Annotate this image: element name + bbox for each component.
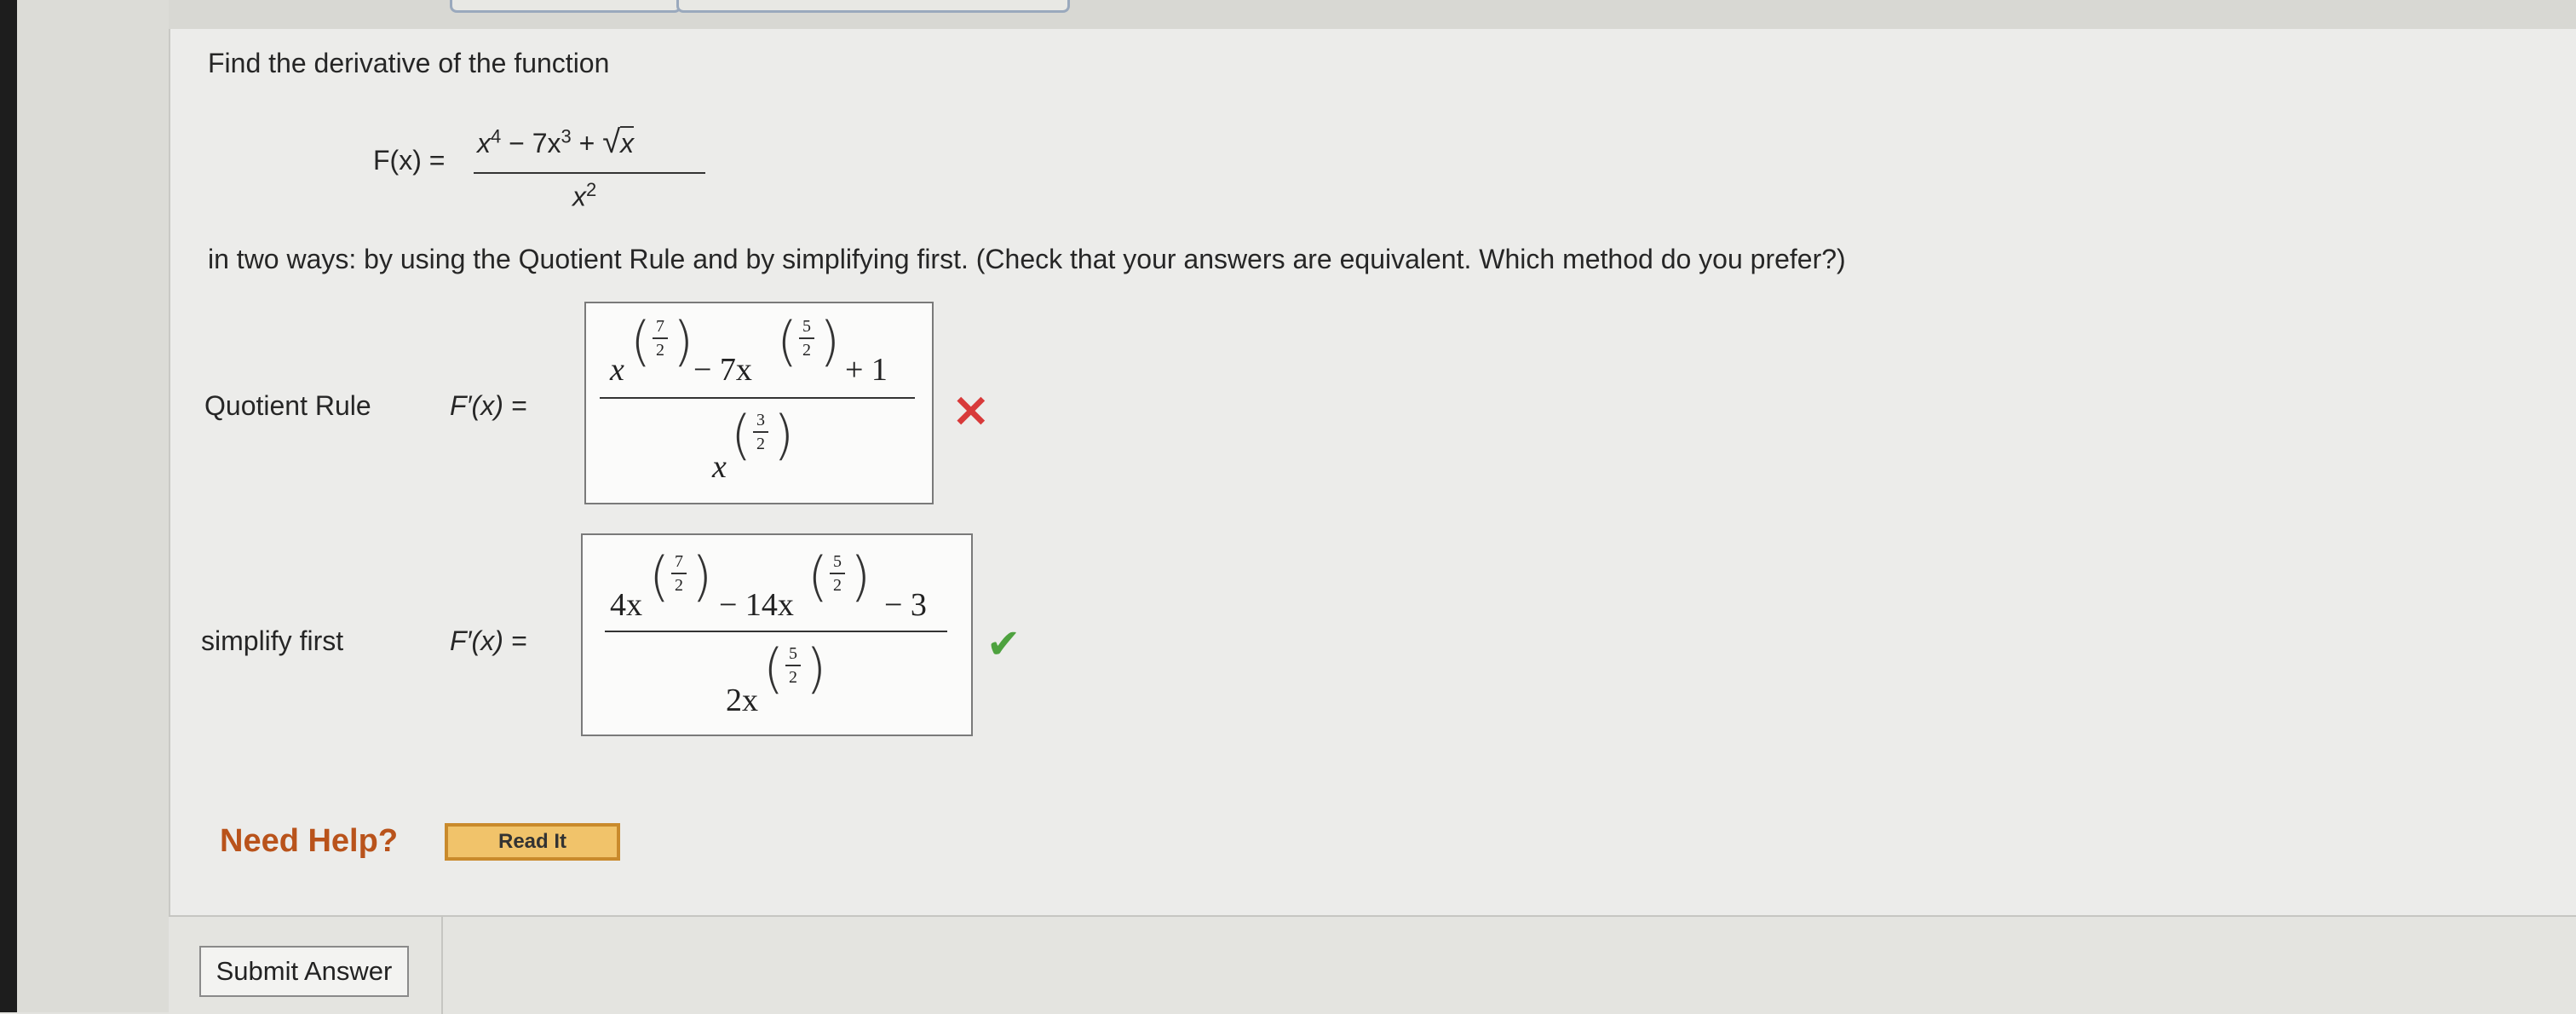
function-denominator: x2 (572, 179, 597, 212)
sf-fraction-bar (605, 631, 947, 632)
qr-exp-bar-a (653, 337, 668, 339)
qr-paren-open-a: ( (630, 310, 652, 372)
sf-exp-bar-den (785, 665, 801, 666)
left-gutter (17, 0, 169, 1012)
sf-paren-close-b: ) (850, 545, 871, 608)
sf-paren-open-a: ( (649, 545, 670, 608)
qr-term-b: − 7x (693, 352, 752, 388)
question-prompt: Find the derivative of the function (208, 48, 610, 78)
simplify-first-lhs: F′(x) = (450, 625, 527, 656)
qr-den-base: x (712, 449, 727, 485)
quotient-rule-answer-box[interactable]: x ( 7 2 ) − 7x ( 5 2 ) + 1 x ( 3 2 ) (584, 302, 934, 504)
top-toolbar (169, 0, 2576, 31)
qr-paren-close-den: ) (773, 404, 795, 466)
qr-exp-bar-b (799, 337, 814, 339)
question-panel (169, 29, 2576, 915)
qr-exp-bar-den (753, 431, 768, 433)
window-edge (0, 0, 17, 1012)
sf-paren-open-den: ( (763, 637, 785, 700)
qr-fraction-bar (600, 397, 915, 399)
sf-paren-close-den: ) (806, 637, 827, 700)
toolbar-tab-1[interactable] (450, 0, 681, 13)
function-lhs: F(x) = (373, 145, 446, 176)
quotient-rule-label: Quotient Rule (204, 390, 371, 421)
footer-divider (441, 917, 443, 1014)
qr-paren-close-a: ) (673, 310, 694, 372)
qr-paren-close-b: ) (819, 310, 841, 372)
sqrt-symbol: √ (602, 124, 621, 160)
sf-paren-open-b: ( (808, 545, 829, 608)
need-help-label: Need Help? (220, 823, 399, 859)
qr-term-a: x (610, 352, 624, 388)
question-instructions: in two ways: by using the Quotient Rule … (208, 244, 1846, 274)
sf-den-base: 2x (726, 683, 758, 718)
simplify-first-label: simplify first (201, 625, 344, 656)
function-fraction-bar (474, 172, 705, 174)
qr-paren-open-den: ( (731, 404, 752, 466)
simplify-first-answer-box[interactable]: 4x ( 7 2 ) − 14x ( 5 2 ) − 3 2x ( 5 2 ) (581, 533, 973, 736)
quotient-rule-lhs: F′(x) = (450, 390, 527, 421)
toolbar-tab-2[interactable] (676, 0, 1070, 13)
qr-paren-open-b: ( (777, 310, 798, 372)
sf-term-b: − 14x (719, 587, 794, 623)
sf-exp-bar-a (671, 573, 687, 574)
submit-answer-button[interactable]: Submit Answer (199, 946, 409, 997)
correct-icon: ✔ (986, 622, 1021, 667)
sf-term-a: 4x (610, 587, 642, 623)
read-it-button[interactable]: Read It (445, 823, 620, 861)
incorrect-icon: ✕ (952, 388, 990, 437)
sf-exp-bar-b (830, 573, 845, 574)
footer-bar (169, 915, 2576, 1014)
function-numerator: x4 − 7x3 + √x (477, 124, 635, 160)
sf-paren-close-a: ) (692, 545, 713, 608)
